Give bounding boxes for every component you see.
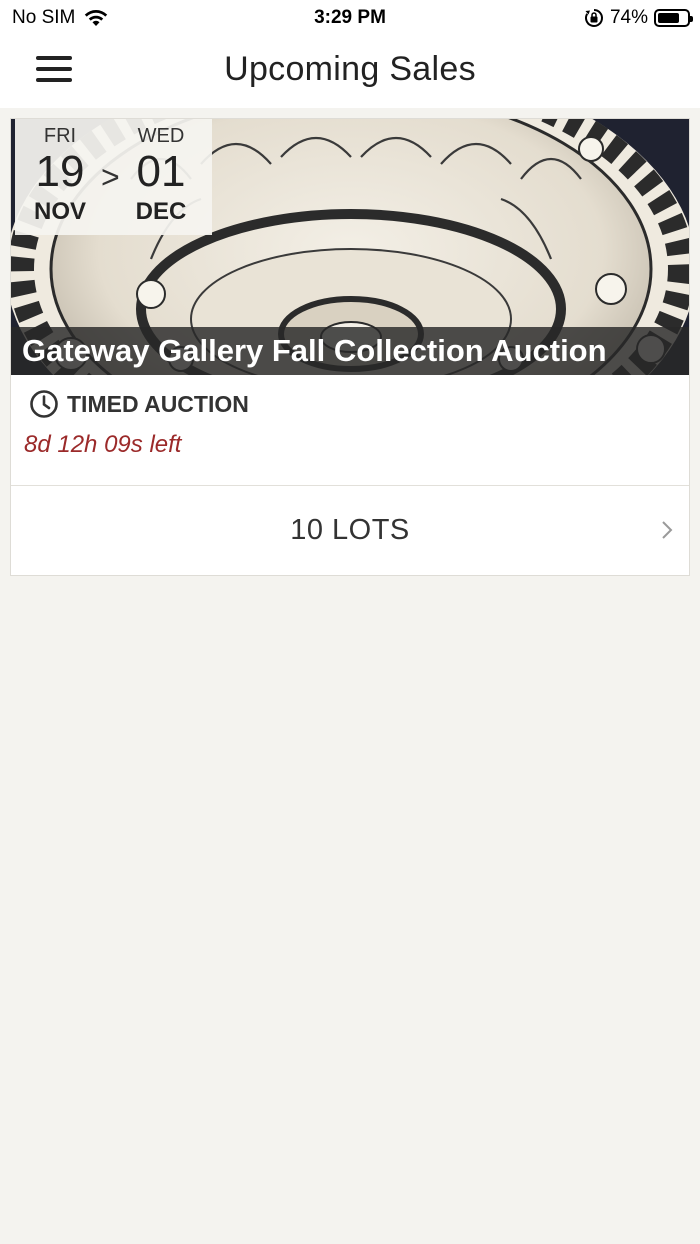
battery-percent: 74% bbox=[609, 7, 648, 28]
orientation-lock-icon bbox=[584, 9, 603, 27]
clock-icon bbox=[30, 390, 58, 418]
start-day: 19 bbox=[35, 147, 85, 196]
end-date: WED 01 DEC bbox=[121, 125, 201, 226]
date-separator: > bbox=[101, 159, 120, 195]
start-month: NOV bbox=[33, 198, 86, 225]
sale-title[interactable]: Gateway Gallery Fall Collection Auction bbox=[22, 333, 607, 369]
start-day-of-week: FRI bbox=[43, 125, 77, 147]
sale-type-label: TIMED AUCTION bbox=[67, 390, 249, 417]
start-date: FRI 19 NOV bbox=[20, 125, 100, 226]
sale-hero[interactable]: FRI 19 NOV > WED 01 DEC Gateway Gallery … bbox=[11, 119, 689, 375]
date-range: FRI 19 NOV > WED 01 DEC bbox=[15, 119, 212, 235]
status-bar: No SIM 3:29 PM 74% bbox=[0, 0, 700, 36]
battery-tip bbox=[690, 16, 693, 22]
end-day-of-week: WED bbox=[137, 125, 185, 147]
time-left: 8d 12h 09s left bbox=[24, 431, 182, 458]
nav-bar: Upcoming Sales bbox=[0, 36, 700, 108]
status-right: 74% bbox=[584, 7, 693, 29]
sale-info: TIMED AUCTION 8d 12h 09s left bbox=[11, 375, 689, 485]
battery-icon bbox=[654, 9, 693, 27]
lots-count: 10 LOTS bbox=[290, 514, 410, 546]
end-day: 01 bbox=[136, 147, 186, 196]
end-month: DEC bbox=[135, 198, 187, 225]
sale-title-bar: Gateway Gallery Fall Collection Auction bbox=[11, 327, 689, 375]
sale-card[interactable]: FRI 19 NOV > WED 01 DEC Gateway Gallery … bbox=[10, 118, 690, 576]
sale-type-row: TIMED AUCTION bbox=[29, 389, 249, 419]
page-title: Upcoming Sales bbox=[224, 50, 476, 88]
battery-fill bbox=[658, 13, 679, 23]
chevron-right-icon bbox=[662, 521, 673, 539]
lots-button[interactable]: 10 LOTS bbox=[11, 486, 689, 576]
